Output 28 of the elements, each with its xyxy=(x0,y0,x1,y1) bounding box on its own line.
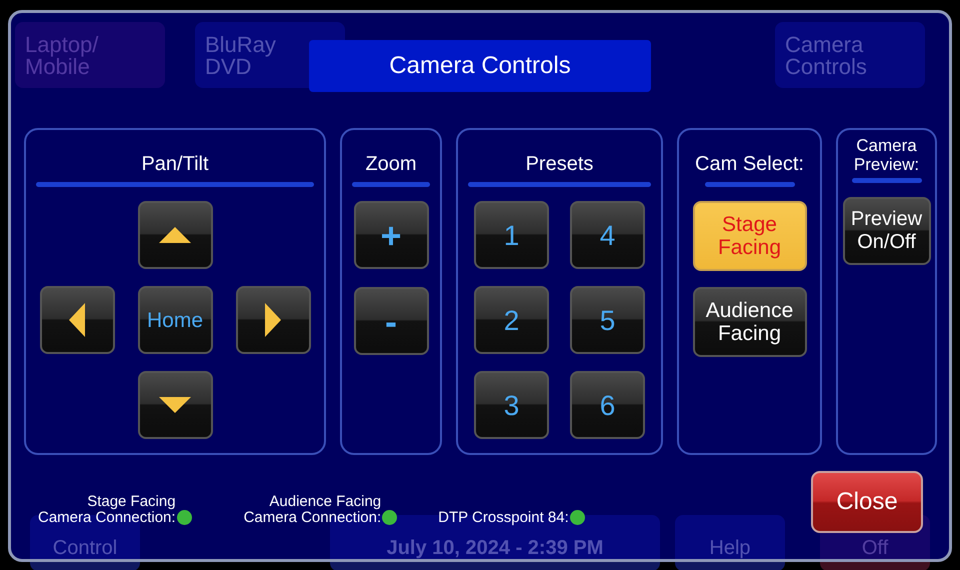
preset-button[interactable]: 1 xyxy=(474,201,549,269)
camera-option-button[interactable]: Audience Facing xyxy=(692,287,806,357)
tilt-up-button[interactable] xyxy=(138,201,212,269)
preset-button[interactable]: 6 xyxy=(570,371,645,439)
preview-toggle-button[interactable]: Preview On/Off xyxy=(842,197,930,265)
home-button[interactable]: Home xyxy=(138,286,212,354)
zoom-out-button[interactable]: - xyxy=(354,287,428,355)
dialog-title: Camera Controls xyxy=(309,40,651,92)
triangle-right-icon xyxy=(265,303,281,337)
preset-button[interactable]: 3 xyxy=(474,371,549,439)
preset-button[interactable]: 5 xyxy=(570,286,645,354)
panel-title: Cam Select: xyxy=(695,152,804,174)
panel-title: Presets xyxy=(526,152,594,174)
panel-title: Zoom xyxy=(365,152,417,174)
connection-label: Audience Facing Camera Connection: xyxy=(244,494,382,526)
close-button[interactable]: Close xyxy=(811,471,923,533)
tilt-down-button[interactable] xyxy=(138,371,212,439)
preset-button[interactable]: 4 xyxy=(570,201,645,269)
pan-left-button[interactable] xyxy=(40,286,114,354)
preset-button[interactable]: 2 xyxy=(474,286,549,354)
zoom-in-button[interactable]: + xyxy=(354,201,428,269)
pan-right-button[interactable] xyxy=(236,286,310,354)
triangle-down-icon xyxy=(159,397,191,413)
panel-title: Camera Preview: xyxy=(854,138,920,174)
connection-label: DTP Crosspoint 84: xyxy=(438,510,569,526)
triangle-left-icon xyxy=(69,303,85,337)
triangle-up-icon xyxy=(159,227,191,243)
panel-title: Pan/Tilt xyxy=(141,152,209,174)
